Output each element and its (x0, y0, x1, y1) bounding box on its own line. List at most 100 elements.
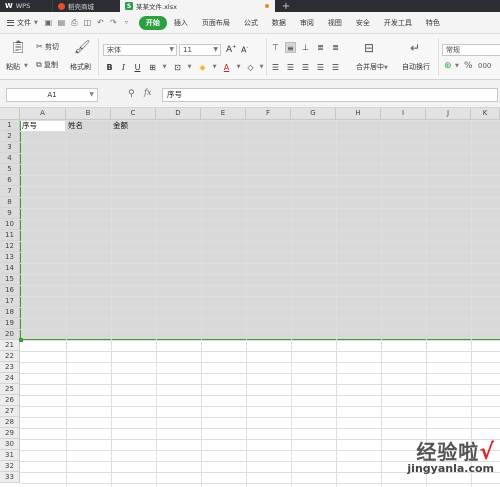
redo-icon[interactable]: ↷ (109, 18, 118, 27)
thousands-icon[interactable]: 000 (478, 62, 491, 70)
increase-font-icon[interactable]: A+ (226, 44, 236, 55)
cell-style-dropdown-icon[interactable]: ▼ (184, 62, 195, 73)
paste-button[interactable]: 📋︎ (10, 40, 27, 55)
indent-decrease-icon[interactable]: ≣ (315, 42, 326, 53)
format-painter-label[interactable]: 格式刷 (70, 62, 91, 72)
export-pdf-icon[interactable]: ▤ (57, 18, 66, 27)
align-top-icon[interactable]: ⊤ (270, 42, 281, 53)
distribute-icon[interactable]: ☰ (330, 62, 341, 73)
clear-format-icon[interactable]: ◇ (245, 62, 256, 73)
italic-icon[interactable]: I (118, 62, 129, 73)
column-header-h[interactable]: H (336, 108, 381, 120)
font-size-select[interactable]: 11 ▼ (179, 44, 221, 56)
align-center-icon[interactable]: ☰ (285, 62, 296, 73)
column-header-c[interactable]: C (111, 108, 156, 120)
cell-style-icon[interactable]: ⊡ (172, 62, 183, 73)
paste-dropdown-icon[interactable]: ▼ (24, 63, 28, 69)
tab-view[interactable]: 视图 (321, 18, 349, 28)
row-header-33[interactable]: 33 (0, 472, 20, 483)
copy-button[interactable]: ⧉ 复制 (36, 60, 58, 70)
border-icon[interactable]: ⊞ (147, 62, 158, 73)
fill-color-dropdown-icon[interactable]: ▼ (209, 62, 220, 73)
tab-security[interactable]: 安全 (349, 18, 377, 28)
row-header-30[interactable]: 30 (0, 439, 20, 450)
cell-b1[interactable]: 姓名 (68, 121, 83, 130)
search-icon[interactable]: ⚲ (128, 89, 135, 99)
row-header-7[interactable]: 7 (0, 186, 20, 197)
column-header-b[interactable]: B (66, 108, 111, 120)
percent-icon[interactable]: % (464, 61, 473, 71)
row-header-2[interactable]: 2 (0, 131, 20, 142)
currency-icon[interactable]: ⊛ (444, 61, 452, 71)
tab-data[interactable]: 数据 (265, 18, 293, 28)
font-color-icon[interactable]: A (221, 62, 232, 73)
align-right-icon[interactable]: ☰ (300, 62, 311, 73)
row-header-4[interactable]: 4 (0, 153, 20, 164)
tab-current-file[interactable]: S 某某文件.xlsx (120, 0, 275, 12)
wrap-text-button[interactable]: 自动换行 (402, 62, 430, 72)
tab-insert[interactable]: 插入 (167, 18, 195, 28)
tab-docer-store[interactable]: 稻壳商城 (52, 0, 120, 12)
formula-input[interactable]: 序号 (162, 88, 498, 102)
row-header-11[interactable]: 11 (0, 230, 20, 241)
column-header-f[interactable]: F (246, 108, 291, 120)
currency-dropdown-icon[interactable]: ▼ (455, 63, 459, 69)
font-name-select[interactable]: 宋体 ▼ (103, 44, 177, 56)
border-dropdown-icon[interactable]: ▼ (159, 62, 170, 73)
row-header-18[interactable]: 18 (0, 307, 20, 318)
spreadsheet-grid[interactable]: A B C D E F G H I J K 1 2 3 4 5 6 7 8 9 10 11 12 13 14 15 16 17 18 19… (0, 108, 500, 487)
fx-icon[interactable]: fx (144, 88, 151, 97)
row-header-14[interactable]: 14 (0, 263, 20, 274)
tab-developer[interactable]: 开发工具 (377, 18, 419, 28)
row-header-26[interactable]: 26 (0, 395, 20, 406)
column-header-g[interactable]: G (291, 108, 336, 120)
row-header-25[interactable]: 25 (0, 384, 20, 395)
row-header-22[interactable]: 22 (0, 351, 20, 362)
align-bottom-icon[interactable]: ⊥ (300, 42, 311, 53)
column-header-d[interactable]: D (156, 108, 201, 120)
row-header-8[interactable]: 8 (0, 197, 20, 208)
column-header-a[interactable]: A (20, 108, 66, 120)
column-header-k[interactable]: K (471, 108, 500, 120)
row-header-32[interactable]: 32 (0, 461, 20, 472)
format-painter-button[interactable]: 🖌︎ (74, 40, 91, 55)
file-menu[interactable]: 文件 ▼ (3, 18, 42, 28)
number-format-select[interactable]: 常规 (442, 44, 500, 56)
print-icon[interactable]: ⎙ (70, 18, 79, 28)
row-header-3[interactable]: 3 (0, 142, 20, 153)
fill-handle[interactable] (19, 338, 23, 342)
row-header-10[interactable]: 10 (0, 219, 20, 230)
row-header-27[interactable]: 27 (0, 406, 20, 417)
align-middle-icon[interactable]: ≡ (285, 42, 296, 53)
justify-icon[interactable]: ☰ (315, 62, 326, 73)
name-box[interactable]: A1 ▼ (6, 88, 98, 102)
tab-formulas[interactable]: 公式 (237, 18, 265, 28)
tab-home[interactable]: 开始 (138, 15, 167, 30)
column-header-j[interactable]: J (426, 108, 471, 120)
row-header-23[interactable]: 23 (0, 362, 20, 373)
row-header-1[interactable]: 1 (0, 120, 20, 131)
row-header-24[interactable]: 24 (0, 373, 20, 384)
tab-wps[interactable]: W WPS (0, 0, 52, 12)
row-header-17[interactable]: 17 (0, 296, 20, 307)
row-header-20[interactable]: 20 (0, 329, 20, 340)
row-header-12[interactable]: 12 (0, 241, 20, 252)
row-header-21[interactable]: 21 (0, 340, 20, 351)
cell-a1[interactable]: 序号 (22, 121, 37, 130)
row-header-16[interactable]: 16 (0, 285, 20, 296)
indent-increase-icon[interactable]: ≣ (330, 42, 341, 53)
wrap-text-icon[interactable]: ↵ (410, 41, 420, 55)
cell-c1[interactable]: 金额 (113, 121, 128, 130)
cut-button[interactable]: ✂ 剪切 (36, 42, 59, 52)
row-header-9[interactable]: 9 (0, 208, 20, 219)
fill-color-icon[interactable]: ◈ (197, 62, 208, 73)
bold-icon[interactable]: B (104, 62, 115, 73)
customize-icon[interactable]: ▿ (122, 19, 131, 26)
row-header-19[interactable]: 19 (0, 318, 20, 329)
row-header-6[interactable]: 6 (0, 175, 20, 186)
merge-center-icon[interactable]: ⊟ (364, 41, 374, 55)
row-header-31[interactable]: 31 (0, 450, 20, 461)
merge-center-button[interactable]: 合并居中▼ (356, 62, 388, 72)
row-header-15[interactable]: 15 (0, 274, 20, 285)
tab-special[interactable]: 特色 (419, 18, 447, 28)
